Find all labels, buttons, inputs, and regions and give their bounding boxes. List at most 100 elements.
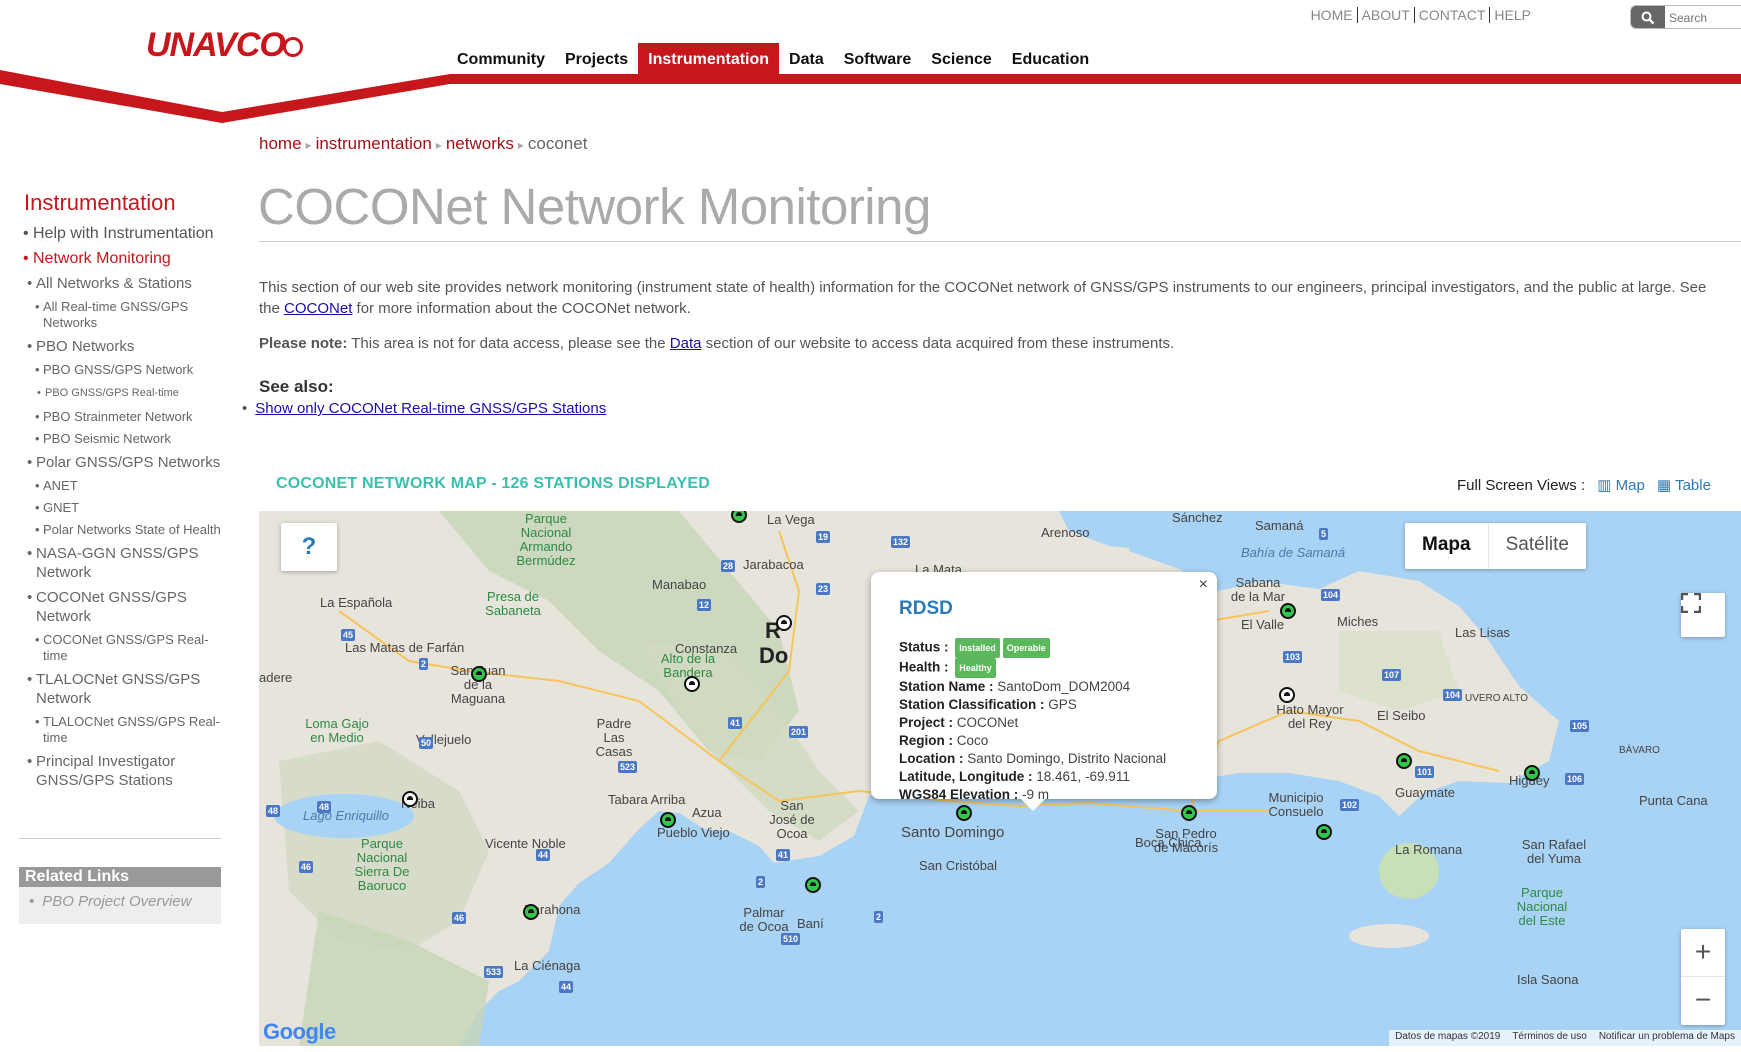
terms-link[interactable]: Términos de uso <box>1506 1030 1592 1046</box>
map-label: Municipio Consuelo <box>1268 790 1324 819</box>
sidebar-item[interactable]: • TLALOCNet GNSS/GPS Network <box>19 670 223 708</box>
map-label: El Seibo <box>1377 708 1426 723</box>
sidebar-item[interactable]: • COCONet GNSS/GPS Network <box>19 588 223 626</box>
sidebar-item-label: All Networks & Stations <box>36 275 192 292</box>
health-row: Health : Healthy <box>899 658 1189 678</box>
sidebar-item[interactable]: • Network Monitoring <box>19 249 223 268</box>
station-marker[interactable] <box>805 877 821 893</box>
nav-education[interactable]: Education <box>1002 43 1099 75</box>
route-shield: 104 <box>1321 589 1341 601</box>
top-link-home[interactable]: HOME <box>1306 7 1358 23</box>
station-marker[interactable] <box>402 791 418 807</box>
bullet-icon: • <box>35 409 40 424</box>
search-icon[interactable] <box>1631 6 1665 28</box>
sidebar-item-label: Polar Networks State of Health <box>43 522 221 537</box>
close-icon[interactable]: × <box>1199 576 1208 594</box>
breadcrumb-instrumentation[interactable]: instrumentation <box>316 134 432 153</box>
sidebar-item[interactable]: • All Networks & Stations <box>19 274 223 293</box>
sidebar-item[interactable]: • Help with Instrumentation <box>19 224 223 243</box>
map-label: San Rafael del Yuma <box>1521 837 1587 866</box>
bullet-icon: • <box>27 589 33 606</box>
see-also-item: • Show only COCONet Real-time GNSS/GPS St… <box>242 400 606 417</box>
breadcrumb-separator-icon: ▸ <box>435 138 442 152</box>
route-shield: 45 <box>341 629 356 641</box>
nav-community[interactable]: Community <box>447 43 555 75</box>
map-label: Manabao <box>652 577 707 592</box>
map-label: Loma Gajo en Medio <box>305 716 369 745</box>
sidebar-item[interactable]: • GNET <box>19 500 223 516</box>
nav-data[interactable]: Data <box>779 43 834 75</box>
route-shield: 2 <box>419 658 429 670</box>
map-label: Hato Mayor del Rey <box>1276 702 1344 731</box>
unavco-logo[interactable]: UNAVCO <box>146 26 303 65</box>
related-link-item[interactable]: • PBO Project Overview <box>19 887 221 916</box>
sidebar-item[interactable]: • PBO Strainmeter Network <box>19 409 223 425</box>
bullet-icon: • <box>35 478 40 493</box>
station-marker[interactable] <box>660 812 676 828</box>
sidebar-item-label: ANET <box>43 478 78 493</box>
page-title: COCONet Network Monitoring <box>258 178 931 235</box>
project-row: Project : COCONet <box>899 715 1019 730</box>
station-map[interactable]: La Española Las Matas de Farfán San Juan… <box>259 511 1741 1046</box>
map-type-satellite-button[interactable]: Satélite <box>1487 523 1586 569</box>
sidebar-item[interactable]: • Principal Investigator GNSS/GPS Station… <box>19 752 223 790</box>
data-link[interactable]: Data <box>670 335 702 352</box>
related-links: Related Links • PBO Project Overview <box>19 867 221 924</box>
station-marker[interactable] <box>1316 824 1332 840</box>
map-label: Presa de Sabaneta <box>485 589 541 618</box>
breadcrumb-home[interactable]: home <box>259 134 302 153</box>
fullscreen-button[interactable] <box>1681 593 1725 637</box>
route-shield: 510 <box>781 933 801 945</box>
sidebar-item[interactable]: • Polar GNSS/GPS Networks <box>19 453 223 472</box>
station-marker[interactable] <box>1181 805 1197 821</box>
sidebar-title[interactable]: Instrumentation <box>24 190 223 216</box>
top-link-contact[interactable]: CONTACT <box>1414 7 1491 23</box>
route-shield: 28 <box>721 560 736 572</box>
coconet-link[interactable]: COCONet <box>284 300 352 317</box>
map-label: Las Matas de Farfán <box>345 640 465 655</box>
status-badge: Operable <box>1002 638 1050 658</box>
station-marker[interactable] <box>1280 603 1296 619</box>
fullscreen-map-link[interactable]: ▥ Map <box>1597 477 1645 494</box>
sidebar-item[interactable]: • PBO Networks <box>19 337 223 356</box>
zoom-in-button[interactable]: + <box>1681 929 1725 977</box>
station-marker[interactable] <box>956 805 972 821</box>
top-link-about[interactable]: ABOUT <box>1357 7 1415 23</box>
zoom-out-button[interactable]: − <box>1681 977 1725 1025</box>
top-link-help[interactable]: HELP <box>1490 7 1535 23</box>
route-shield: 12 <box>697 599 712 611</box>
bullet-icon: • <box>37 387 41 399</box>
report-problem-link[interactable]: Notificar un problema de Maps <box>1593 1030 1741 1046</box>
sidebar-item[interactable]: • All Real-time GNSS/GPS Networks <box>19 299 223 331</box>
station-marker[interactable] <box>684 676 700 692</box>
station-marker[interactable] <box>1524 765 1540 781</box>
map-label: Lago Enriquillo <box>303 808 390 823</box>
map-type-control: Mapa Satélite <box>1405 523 1586 569</box>
sidebar-item[interactable]: • PBO GNSS/GPS Real-time <box>19 384 223 403</box>
nav-science[interactable]: Science <box>921 43 1001 75</box>
nav-software[interactable]: Software <box>834 43 922 75</box>
station-marker[interactable] <box>1279 687 1295 703</box>
breadcrumb-networks[interactable]: networks <box>446 134 514 153</box>
realtime-stations-link[interactable]: Show only COCONet Real-time GNSS/GPS Sta… <box>255 400 606 417</box>
route-shield: 102 <box>1340 799 1360 811</box>
sidebar-item[interactable]: • NASA-GGN GNSS/GPS Network <box>19 544 223 582</box>
sidebar-item[interactable]: • Polar Networks State of Health <box>19 522 223 538</box>
sidebar-item[interactable]: • PBO Seismic Network <box>19 431 223 447</box>
station-marker[interactable] <box>471 666 487 682</box>
sidebar-item[interactable]: • ANET <box>19 478 223 494</box>
sidebar-item[interactable]: • COCONet GNSS/GPS Real-time <box>19 632 223 664</box>
sidebar-item[interactable]: • TLALOCNet GNSS/GPS Real-time <box>19 714 223 746</box>
nav-projects[interactable]: Projects <box>555 43 638 75</box>
station-marker[interactable] <box>776 615 792 631</box>
fullscreen-table-link[interactable]: ▦ Table <box>1657 477 1711 494</box>
station-marker[interactable] <box>1396 753 1412 769</box>
map-type-map-button[interactable]: Mapa <box>1405 523 1488 569</box>
bullet-icon: • <box>23 250 29 267</box>
nav-instrumentation[interactable]: Instrumentation <box>638 43 780 75</box>
bullet-icon: • <box>35 714 40 729</box>
station-marker[interactable] <box>523 904 539 920</box>
sidebar-item[interactable]: • PBO GNSS/GPS Network <box>19 362 223 378</box>
search-input[interactable] <box>1669 8 1741 28</box>
map-help-button[interactable]: ? <box>281 523 337 571</box>
